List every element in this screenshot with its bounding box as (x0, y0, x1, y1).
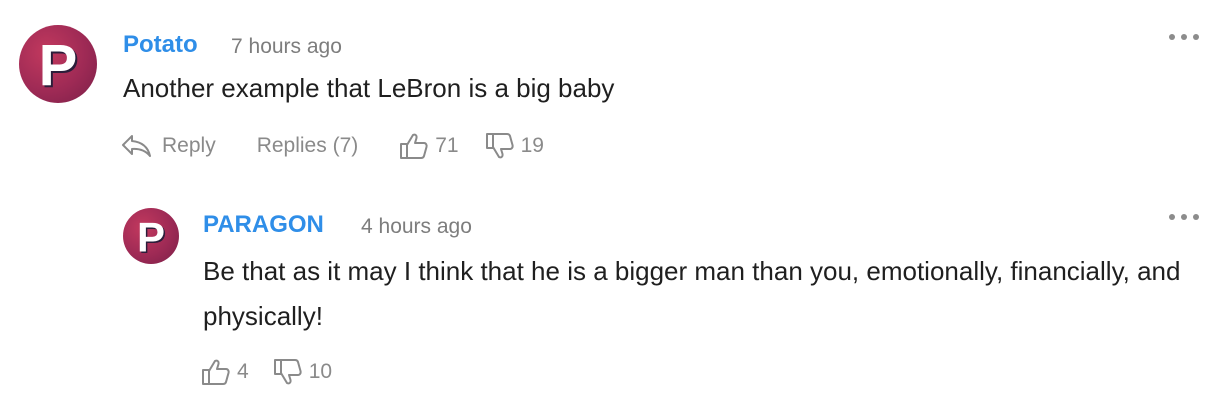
dislike-button[interactable]: 19 (485, 132, 544, 160)
comment: P P Potato 7 hours ago Another example t… (0, 0, 1224, 190)
like-count: 71 (435, 134, 459, 157)
replies-label: Replies (7) (256, 134, 359, 157)
reply-button[interactable]: Reply (121, 133, 216, 159)
more-dots-icon (1181, 214, 1187, 220)
more-dots-icon (1193, 34, 1199, 40)
like-button[interactable]: 71 (399, 132, 459, 160)
dislike-count: 10 (308, 360, 333, 383)
avatar[interactable]: P P (19, 25, 97, 103)
dislike-count: 19 (520, 134, 544, 157)
thumbs-down-icon (273, 359, 302, 385)
comment-actions: 4 10 (201, 358, 332, 386)
comment-timestamp: 4 hours ago (361, 215, 472, 238)
thumbs-up-icon (400, 133, 428, 159)
more-dots-icon (1181, 34, 1187, 40)
more-options-button[interactable] (1169, 31, 1199, 43)
thumbs-up-icon (202, 359, 230, 385)
reply-comment: P P PARAGON 4 hours ago Be that as it ma… (0, 190, 1224, 408)
comment-author[interactable]: PARAGON (203, 211, 324, 239)
svg-text:P: P (39, 33, 78, 98)
more-dots-icon (1193, 214, 1199, 220)
like-button[interactable]: 4 (201, 358, 249, 386)
comment-text: Be that as it may I think that he is a b… (203, 256, 1181, 331)
avatar[interactable]: P P (123, 208, 179, 264)
thumbs-down-icon (485, 133, 514, 159)
more-options-button[interactable] (1169, 211, 1199, 223)
like-count: 4 (237, 360, 249, 383)
avatar-letter-icon: P P (39, 33, 80, 100)
avatar-letter-icon: P P (137, 214, 167, 263)
reply-arrow-icon (122, 135, 151, 157)
comment-text: Another example that LeBron is a big bab… (123, 73, 615, 103)
reply-label: Reply (162, 134, 216, 157)
more-dots-icon (1169, 214, 1175, 220)
dislike-button[interactable]: 10 (273, 358, 332, 386)
svg-text:P: P (137, 214, 165, 261)
comment-timestamp: 7 hours ago (231, 35, 342, 58)
comment-author[interactable]: Potato (123, 31, 198, 59)
more-dots-icon (1169, 34, 1175, 40)
comment-actions: Reply Replies (7) 71 19 (121, 132, 544, 160)
replies-button[interactable]: Replies (7) (257, 134, 359, 158)
